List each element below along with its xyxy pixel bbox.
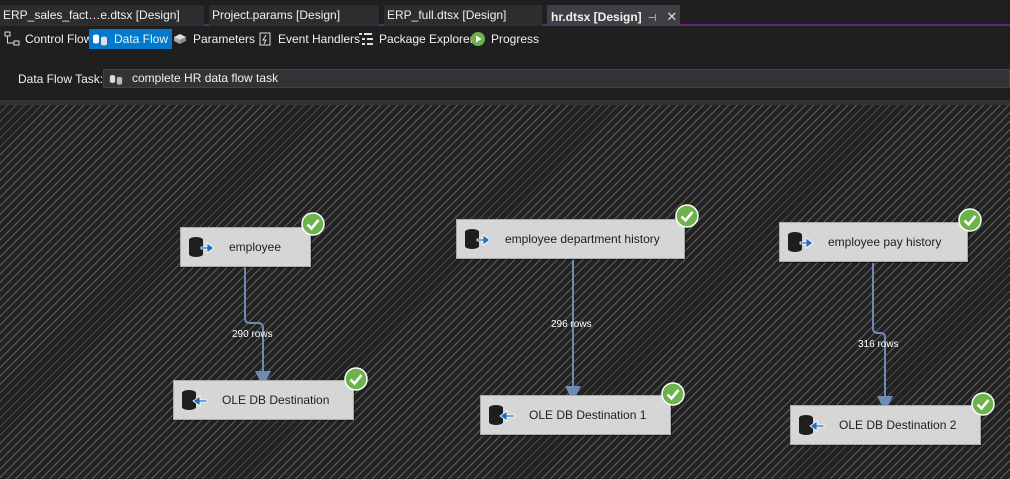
data-flow-task-value: complete HR data flow task bbox=[132, 71, 279, 85]
success-check-icon bbox=[661, 382, 685, 406]
component-label: employee bbox=[229, 240, 282, 254]
tab-control-flow[interactable]: Control Flow bbox=[2, 29, 96, 49]
tab-progress-label: Progress bbox=[491, 32, 540, 46]
component-label: employee department history bbox=[505, 232, 660, 246]
row-count-label: 290 rows bbox=[232, 329, 273, 340]
ole-db-source-employee-pay-history[interactable]: employee pay history bbox=[779, 222, 968, 262]
tab-data-flow[interactable]: Data Flow bbox=[89, 29, 173, 49]
success-check-icon bbox=[301, 212, 325, 236]
tab-label: ERP_sales_fact…e.dtsx [Design] bbox=[3, 8, 180, 22]
package-explorer-icon bbox=[359, 33, 373, 45]
tab-progress[interactable]: Progress bbox=[468, 29, 543, 49]
success-check-icon bbox=[344, 367, 368, 391]
tab-erp-full[interactable]: ERP_full.dtsx [Design] bbox=[384, 5, 542, 26]
ole-db-destination-icon bbox=[489, 405, 515, 425]
tab-package-explorer-label: Package Explorer bbox=[379, 32, 474, 46]
success-check-icon bbox=[675, 204, 699, 228]
component-label: OLE DB Destination bbox=[222, 393, 330, 407]
tab-data-flow-label: Data Flow bbox=[114, 32, 169, 46]
tab-parameters-label: Parameters bbox=[193, 32, 256, 46]
tab-project-params[interactable]: Project.params [Design] bbox=[209, 5, 379, 26]
path-employee[interactable] bbox=[244, 267, 271, 387]
data-flow-task-label: Data Flow Task: bbox=[18, 72, 104, 86]
path-employee-pay-history[interactable] bbox=[872, 263, 893, 412]
data-flow-design-surface[interactable]: 290 rows 296 rows 316 rows employee empl… bbox=[0, 105, 1010, 479]
designer-toolbar: Control Flow Data Flow Parameters Event … bbox=[0, 26, 1010, 52]
control-flow-icon bbox=[4, 31, 20, 46]
tab-event-handlers[interactable]: Event Handlers bbox=[255, 29, 364, 49]
ole-db-destination-1[interactable]: OLE DB Destination 1 bbox=[480, 395, 671, 435]
progress-icon bbox=[471, 32, 485, 46]
ole-db-source-icon bbox=[465, 229, 491, 249]
tab-label: ERP_full.dtsx [Design] bbox=[387, 8, 507, 22]
ole-db-destination[interactable]: OLE DB Destination bbox=[173, 380, 354, 420]
component-label: employee pay history bbox=[828, 235, 942, 249]
tab-parameters[interactable]: Parameters bbox=[170, 29, 259, 49]
ole-db-destination-2[interactable]: OLE DB Destination 2 bbox=[790, 405, 981, 445]
parameters-icon bbox=[174, 34, 186, 44]
data-flow-icon bbox=[93, 34, 107, 46]
ole-db-source-employee[interactable]: employee bbox=[180, 227, 311, 267]
tab-event-handlers-label: Event Handlers bbox=[278, 32, 361, 46]
ole-db-destination-icon bbox=[182, 390, 208, 410]
tab-package-explorer[interactable]: Package Explorer bbox=[356, 29, 478, 49]
tab-control-flow-label: Control Flow bbox=[25, 32, 93, 46]
tab-label: Project.params [Design] bbox=[212, 8, 341, 22]
data-flow-task-select[interactable]: complete HR data flow task bbox=[103, 69, 1010, 88]
tab-label: hr.dtsx [Design] bbox=[551, 10, 642, 24]
component-label: OLE DB Destination 2 bbox=[839, 418, 957, 432]
tab-hr-dtsx[interactable]: hr.dtsx [Design] ⊣ ✕ bbox=[547, 5, 680, 26]
success-check-icon bbox=[958, 208, 982, 232]
event-handlers-icon bbox=[259, 32, 271, 46]
close-icon[interactable]: ✕ bbox=[666, 9, 677, 24]
ole-db-source-icon bbox=[189, 237, 215, 257]
component-label: OLE DB Destination 1 bbox=[529, 408, 647, 422]
ole-db-destination-icon bbox=[799, 415, 825, 435]
pin-icon[interactable]: ⊣ bbox=[648, 13, 657, 24]
row-count-label: 316 rows bbox=[858, 339, 899, 350]
tab-erp-sales-fact[interactable]: ERP_sales_fact…e.dtsx [Design] bbox=[0, 5, 204, 26]
ole-db-source-employee-department-history[interactable]: employee department history bbox=[456, 219, 685, 259]
data-flow-task-icon bbox=[109, 74, 123, 85]
row-count-label: 296 rows bbox=[551, 319, 592, 330]
success-check-icon bbox=[971, 392, 995, 416]
ole-db-source-icon bbox=[788, 232, 814, 252]
document-tab-bar: ERP_sales_fact…e.dtsx [Design] Project.p… bbox=[0, 0, 1010, 26]
